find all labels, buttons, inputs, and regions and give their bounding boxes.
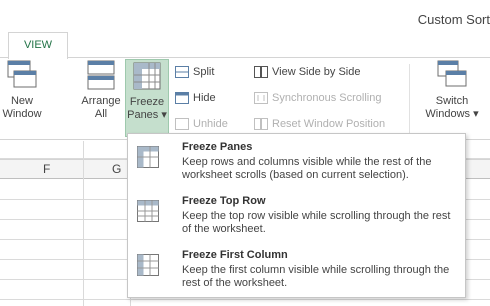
- freeze-panes-button[interactable]: Freeze Panes ▾: [125, 59, 169, 137]
- split-label: Split: [193, 65, 215, 78]
- column-header-g[interactable]: G: [112, 162, 121, 176]
- view-side-by-side-label: View Side by Side: [272, 65, 361, 78]
- window-title: Custom Sort: [417, 12, 490, 27]
- unhide-button[interactable]: Unhide: [175, 114, 228, 133]
- view-side-by-side-button[interactable]: View Side by Side: [254, 62, 360, 81]
- freeze-panes-option-icon: [136, 145, 160, 169]
- arrange-all-label-2: All: [94, 108, 108, 120]
- reset-window-position-button[interactable]: Reset Window Position: [254, 114, 385, 133]
- hide-button[interactable]: Hide: [175, 88, 216, 107]
- ribbon-tab-row: VIEW: [0, 32, 490, 59]
- menu-item-freeze-top-row[interactable]: Freeze Top Row Keep the top row visible …: [128, 190, 465, 244]
- unhide-icon: [175, 117, 189, 130]
- arrange-all-icon: [85, 59, 117, 91]
- freeze-panes-label-1: Freeze: [129, 96, 165, 108]
- title-bar: Custom Sort: [0, 0, 490, 32]
- switch-windows-label-1: Switch: [435, 95, 469, 107]
- side-by-side-icon: [254, 65, 268, 78]
- split-button[interactable]: Split: [175, 62, 214, 81]
- freeze-panes-icon: [131, 60, 163, 92]
- freeze-panes-label-2: Panes ▾: [127, 109, 167, 121]
- grid-line: [0, 299, 490, 300]
- menu-item-title: Freeze Top Row: [182, 195, 266, 207]
- arrange-all-button[interactable]: Arrange All: [78, 59, 124, 137]
- switch-windows-icon: [436, 59, 468, 91]
- split-icon: [175, 65, 189, 78]
- synchronous-scrolling-label: Synchronous Scrolling: [272, 91, 382, 104]
- sync-scroll-icon: [254, 91, 268, 104]
- menu-item-freeze-first-column[interactable]: Freeze First Column Keep the first colum…: [128, 244, 465, 298]
- arrange-all-label-1: Arrange: [81, 95, 121, 107]
- freeze-top-row-icon: [136, 199, 160, 223]
- freeze-first-column-icon: [136, 253, 160, 277]
- column-header-f[interactable]: F: [43, 162, 50, 176]
- reset-position-icon: [254, 117, 268, 130]
- hide-icon: [175, 91, 189, 104]
- ribbon: New Window Arrange All Freeze Panes ▾ Sp…: [0, 57, 490, 140]
- switch-windows-label-2: Windows ▾: [425, 108, 479, 120]
- menu-item-freeze-panes[interactable]: Freeze Panes Keep rows and columns visib…: [128, 136, 465, 190]
- reset-window-position-label: Reset Window Position: [272, 117, 386, 130]
- menu-item-title: Freeze Panes: [182, 141, 253, 153]
- menu-item-description: Keep the top row visible while scrolling…: [182, 210, 451, 235]
- synchronous-scrolling-button[interactable]: Synchronous Scrolling: [254, 88, 381, 107]
- unhide-label: Unhide: [193, 117, 228, 130]
- tab-view[interactable]: VIEW: [8, 32, 68, 59]
- new-window-button[interactable]: New Window: [0, 59, 44, 137]
- menu-item-description: Keep rows and columns visible while the …: [182, 156, 432, 181]
- grid-line: [83, 141, 84, 306]
- ribbon-separator: [409, 64, 410, 136]
- freeze-panes-menu: Freeze Panes Keep rows and columns visib…: [127, 133, 466, 298]
- new-window-label-1: New: [10, 95, 33, 107]
- menu-item-title: Freeze First Column: [182, 249, 288, 261]
- new-window-icon: [6, 59, 38, 91]
- menu-item-description: Keep the first column visible while scro…: [182, 264, 450, 289]
- switch-windows-button[interactable]: Switch Windows ▾: [416, 59, 488, 137]
- new-window-label-2: Window: [2, 108, 42, 120]
- hide-label: Hide: [193, 91, 216, 104]
